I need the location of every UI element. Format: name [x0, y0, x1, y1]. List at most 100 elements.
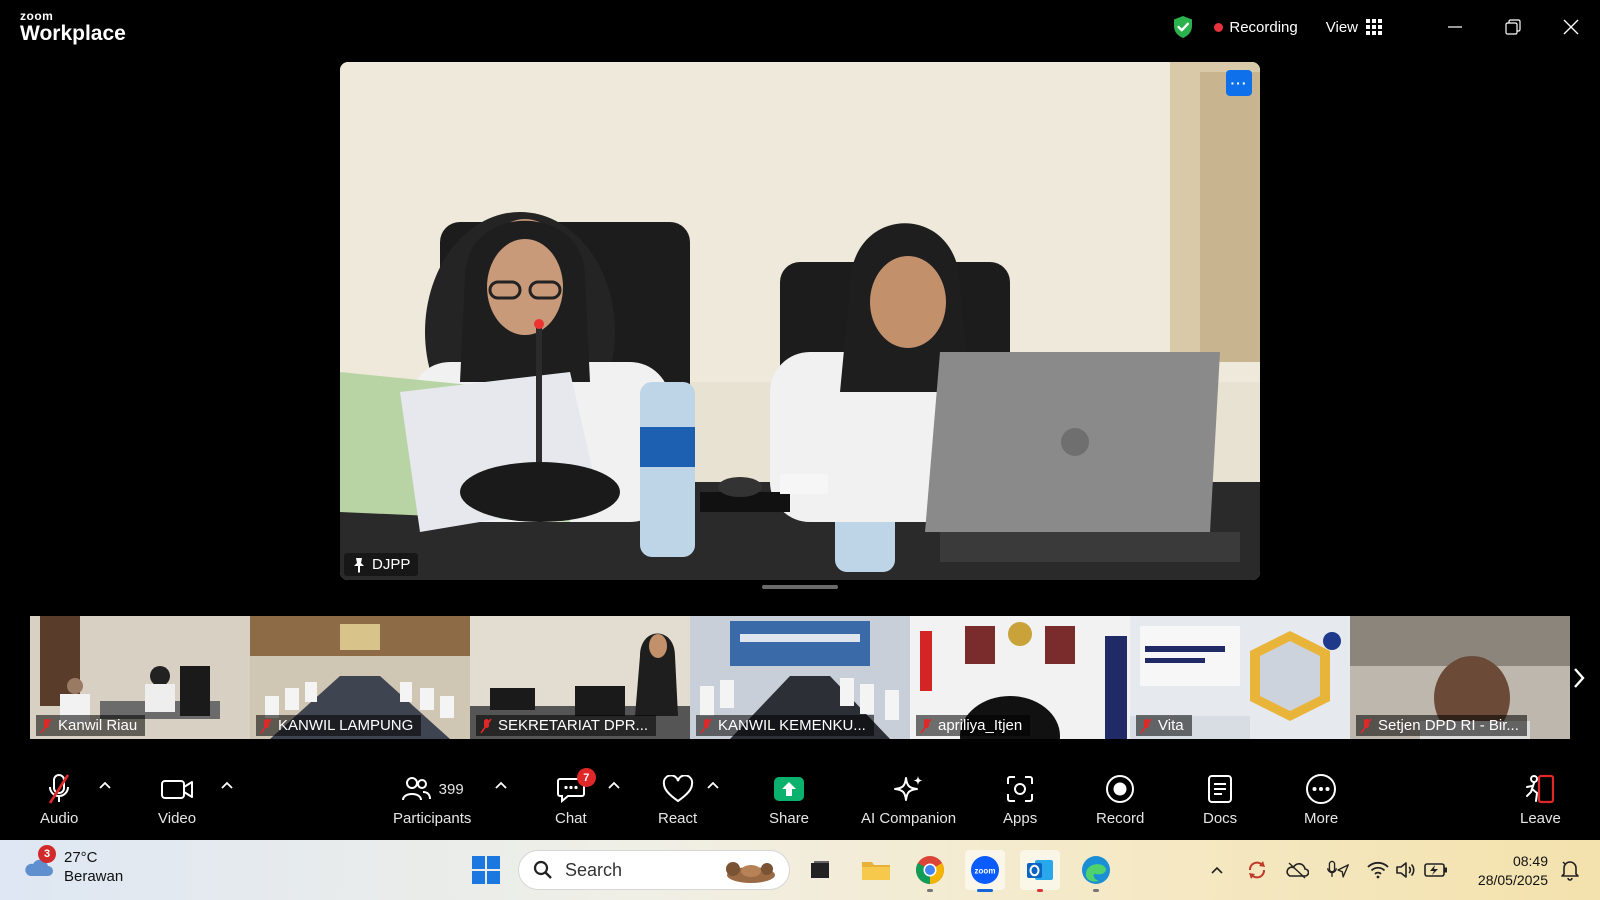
participant-tile[interactable]: Setjen DPD RI - Bir... — [1350, 616, 1570, 739]
muted-mic-icon — [1360, 718, 1372, 733]
app-logo: zoom Workplace — [20, 10, 126, 44]
participant-tile[interactable]: SEKRETARIAT DPR... — [470, 616, 690, 739]
chat-options-caret-icon[interactable] — [607, 780, 621, 790]
tray-battery[interactable] — [1424, 858, 1448, 882]
participant-name: KANWIL LAMPUNG — [278, 717, 414, 734]
view-button[interactable]: View — [1326, 19, 1382, 36]
participants-label: Participants — [393, 810, 472, 827]
restore-button[interactable] — [1484, 0, 1542, 54]
gallery-next-button[interactable] — [1568, 660, 1590, 696]
tray-overflow-button[interactable] — [1205, 858, 1229, 882]
wifi-icon — [1367, 861, 1389, 879]
muted-mic-icon — [260, 718, 272, 733]
record-icon — [1106, 775, 1135, 803]
chat-label: Chat — [555, 810, 587, 827]
video-button[interactable]: Video — [158, 772, 196, 827]
participant-name: KANWIL KEMENKU... — [718, 717, 866, 734]
participant-tile[interactable]: apriliya_Itjen — [910, 616, 1130, 739]
folder-icon — [862, 862, 890, 880]
more-button[interactable]: More — [1304, 772, 1338, 827]
video-options-caret-icon[interactable] — [220, 780, 234, 790]
participant-name: Vita — [1158, 717, 1184, 734]
react-label: React — [658, 810, 698, 827]
apps-button[interactable]: Apps — [1003, 772, 1037, 827]
weather-widget[interactable]: 3 27°C Berawan — [22, 845, 124, 886]
participant-tile[interactable]: Vita — [1130, 616, 1350, 739]
audio-button[interactable]: Audio — [40, 772, 78, 827]
taskbar-task-view[interactable] — [800, 850, 840, 890]
recording-indicator[interactable]: Recording — [1214, 19, 1298, 36]
docs-button[interactable]: Docs — [1203, 772, 1237, 827]
restore-icon — [1505, 19, 1521, 35]
react-button[interactable]: React — [658, 772, 697, 827]
camera-icon — [161, 780, 194, 799]
participant-tile[interactable]: KANWIL KEMENKU... — [690, 616, 910, 739]
share-button[interactable]: Share — [769, 772, 809, 827]
video-options-button[interactable]: ··· — [1226, 70, 1252, 96]
participant-tile[interactable]: Kanwil Riau — [30, 616, 250, 739]
windows-start-icon — [472, 856, 500, 884]
participant-label: SEKRETARIAT DPR... — [476, 715, 657, 736]
resize-handle[interactable] — [762, 585, 838, 589]
recording-dot-icon — [1214, 22, 1224, 32]
svg-text:zoom: zoom — [975, 867, 996, 876]
participant-label: KANWIL LAMPUNG — [256, 715, 422, 736]
os-taskbar: 3 27°C Berawan Search zoom 08:49 28/05/2… — [0, 840, 1600, 900]
tray-volume[interactable] — [1394, 858, 1418, 882]
muted-mic-icon — [40, 718, 52, 733]
minimize-button[interactable] — [1426, 0, 1484, 54]
record-button[interactable]: Record — [1096, 772, 1144, 827]
tray-onedrive[interactable] — [1285, 858, 1309, 882]
weather-desc: Berawan — [64, 868, 124, 885]
outlook-icon — [1027, 860, 1053, 880]
taskbar-search-box[interactable]: Search — [518, 850, 790, 890]
chevron-up-icon — [1211, 866, 1223, 874]
main-video-tile[interactable]: ··· DJPP — [340, 62, 1260, 580]
participant-name: Kanwil Riau — [58, 717, 138, 734]
participant-label: Vita — [1136, 715, 1192, 736]
weather-badge: 3 — [38, 845, 56, 863]
audio-options-caret-icon[interactable] — [98, 780, 112, 790]
more-options-icon — [1306, 774, 1337, 804]
taskbar-outlook[interactable] — [1020, 850, 1060, 892]
view-label: View — [1325, 18, 1358, 36]
taskbar-zoom[interactable]: zoom — [965, 850, 1005, 892]
main-video-feed — [340, 62, 1260, 580]
docs-label: Docs — [1203, 810, 1238, 827]
react-options-caret-icon[interactable] — [706, 780, 720, 790]
task-view-icon — [811, 861, 829, 878]
chevron-right-icon — [1574, 668, 1585, 688]
start-button[interactable] — [466, 850, 506, 890]
participant-name: apriliya_Itjen — [938, 717, 1023, 734]
notification-center-button[interactable] — [1558, 858, 1582, 882]
grid-view-icon — [1366, 19, 1382, 35]
logo-zoom: zoom — [20, 9, 54, 23]
tray-wifi[interactable] — [1366, 858, 1390, 882]
security-shield-icon[interactable] — [1172, 15, 1194, 39]
taskbar-file-explorer[interactable] — [856, 850, 896, 890]
chat-button[interactable]: 7 Chat — [555, 768, 596, 827]
more-label: More — [1304, 810, 1339, 827]
heart-icon — [662, 775, 693, 803]
ai-companion-button[interactable]: AI Companion — [861, 772, 956, 827]
running-indicator — [927, 889, 933, 892]
apps-label: Apps — [1003, 810, 1038, 827]
participant-tile[interactable]: KANWIL LAMPUNG — [250, 616, 470, 739]
leave-button[interactable]: Leave — [1520, 772, 1561, 827]
tray-sync[interactable] — [1245, 858, 1269, 882]
participants-button[interactable]: 399 Participants — [393, 772, 471, 827]
document-icon — [1208, 775, 1233, 803]
close-icon — [1563, 19, 1579, 35]
tray-location-mic[interactable] — [1326, 858, 1350, 882]
ai-companion-label: AI Companion — [861, 810, 957, 827]
minimize-icon — [1448, 26, 1462, 28]
taskbar-chrome[interactable] — [910, 850, 950, 892]
participant-label: Kanwil Riau — [36, 715, 146, 736]
zoom-app-icon: zoom — [971, 856, 999, 884]
participants-options-caret-icon[interactable] — [494, 780, 508, 790]
taskbar-edge[interactable] — [1076, 850, 1116, 892]
close-button[interactable] — [1542, 0, 1600, 54]
onedrive-cloud-icon — [1286, 862, 1309, 879]
system-clock[interactable]: 08:49 28/05/2025 — [1468, 852, 1548, 890]
pin-icon — [354, 557, 364, 573]
